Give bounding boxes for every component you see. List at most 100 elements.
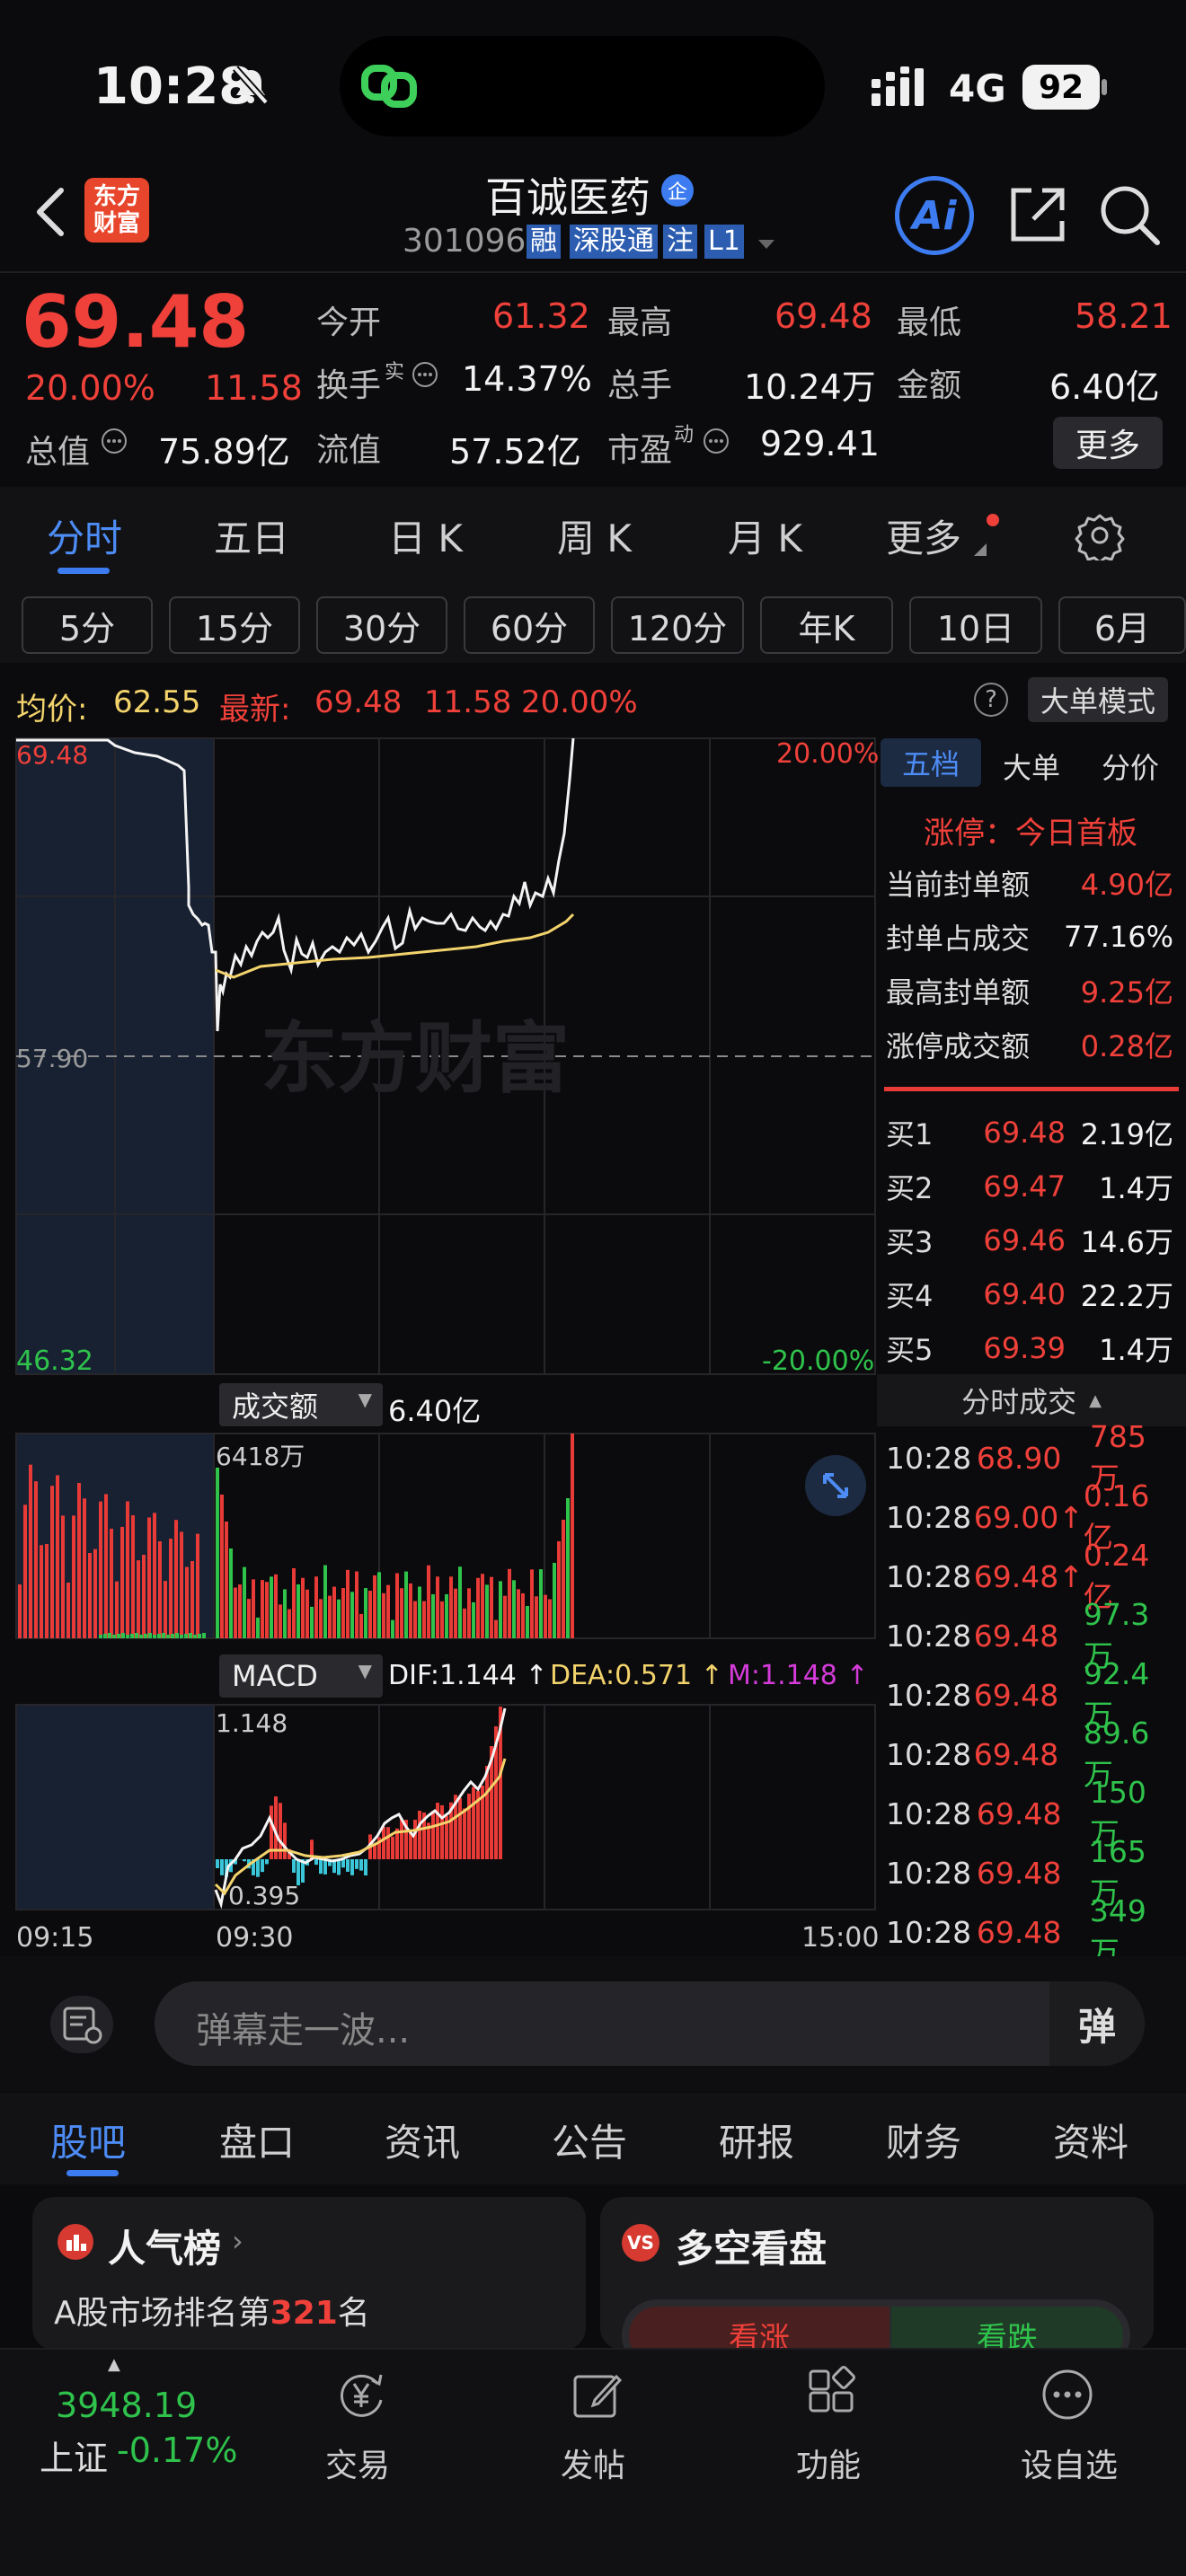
bid-price: 69.47 xyxy=(983,1169,1066,1204)
period-10day[interactable]: 10日 xyxy=(909,596,1042,654)
time-end: 15:00 xyxy=(801,1922,880,1954)
volume-bar xyxy=(190,1561,194,1638)
pe-info-icon[interactable] xyxy=(703,428,730,458)
period-30min[interactable]: 30分 xyxy=(316,596,447,654)
nav-add-watchlist[interactable]: 设自选 xyxy=(1006,2366,1132,2492)
volume-bar xyxy=(535,1596,538,1638)
volume-bar xyxy=(189,1633,192,1638)
danmu-input[interactable]: 弹幕走一波... 弹 xyxy=(155,1981,1145,2066)
info-icon[interactable] xyxy=(101,428,128,458)
macd-bar xyxy=(314,1859,318,1866)
tab-profile[interactable]: 资料 xyxy=(1053,2113,1128,2167)
tab-more[interactable]: 更多 xyxy=(886,508,961,563)
tab-finance[interactable]: 财务 xyxy=(886,2113,961,2167)
rank-chevron-icon: › xyxy=(232,2224,243,2258)
brand-logo[interactable]: 东方 财富 xyxy=(84,178,149,243)
share-icon[interactable] xyxy=(1006,183,1069,250)
dropdown-icon[interactable] xyxy=(757,237,776,254)
intraday-chart-svg: 东方财富 xyxy=(15,737,876,1910)
bull-button[interactable]: 看涨 xyxy=(629,2307,890,2350)
bid-label: 买1 xyxy=(886,1117,934,1151)
more-button[interactable]: 更多 xyxy=(1053,417,1163,469)
volume-bar xyxy=(270,1576,273,1638)
nav-functions[interactable]: 功能 xyxy=(783,2366,879,2492)
bid-row[interactable]: 买5 69.39 1.4万 xyxy=(886,1326,1173,1371)
settings-gear-icon[interactable] xyxy=(1075,510,1125,564)
danmu-toggle[interactable]: 弹 xyxy=(1049,1981,1145,2066)
bid-row[interactable]: 买1 69.48 2.19亿 xyxy=(886,1110,1173,1155)
bid-row[interactable]: 买4 69.40 22.2万 xyxy=(886,1272,1173,1317)
latest-value: 69.48 xyxy=(314,684,403,720)
volume-bar xyxy=(422,1601,426,1638)
tab-intraday[interactable]: 分时 xyxy=(47,508,122,563)
period-15min[interactable]: 15分 xyxy=(169,596,300,654)
volume-value: 10.24万 xyxy=(744,367,876,407)
period-120min[interactable]: 120分 xyxy=(611,596,744,654)
tag-shenzhen-connect: 深股通 xyxy=(570,225,658,259)
tab-five-day[interactable]: 五日 xyxy=(214,508,289,563)
tab-monthly-k[interactable]: 月 K xyxy=(728,508,802,563)
period-5min[interactable]: 5分 xyxy=(22,596,153,654)
nav-post[interactable]: 发帖 xyxy=(548,2366,643,2492)
big-order-mode-button[interactable]: 大单模式 xyxy=(1028,677,1168,722)
tab-weekly-k[interactable]: 周 K xyxy=(557,508,632,563)
period-selector: 5分 15分 30分 60分 120分 年K 10日 6月 xyxy=(0,587,1186,663)
turnover-sup: 实 xyxy=(385,361,405,384)
macd-bar xyxy=(382,1826,385,1859)
period-60min[interactable]: 60分 xyxy=(464,596,595,654)
nav-trade[interactable]: 交易 xyxy=(313,2366,408,2492)
volume-bar xyxy=(265,1582,269,1638)
volume-bar xyxy=(164,1581,167,1638)
volume-bar xyxy=(485,1584,489,1638)
tag-margin: 融 xyxy=(527,225,561,259)
volume-bar xyxy=(476,1577,480,1638)
collapse-icon: ▲ xyxy=(1089,1390,1102,1410)
tab-announcements[interactable]: 公告 xyxy=(552,2113,627,2167)
macd-bar xyxy=(283,1822,287,1859)
bid-volume: 22.2万 xyxy=(1080,1279,1173,1313)
trade-time: 10:28 xyxy=(886,1558,972,1594)
volume-bar xyxy=(40,1545,43,1638)
volume-bar xyxy=(99,1501,102,1638)
bull-bear-card[interactable]: VS 多空看盘 看涨 看跌 xyxy=(600,2197,1154,2350)
volume-bar xyxy=(104,1494,108,1638)
tab-daily-k[interactable]: 日 K xyxy=(388,508,463,563)
expand-button[interactable] xyxy=(805,1455,866,1516)
period-6month[interactable]: 6月 xyxy=(1058,596,1186,654)
period-year-k[interactable]: 年K xyxy=(760,596,893,654)
popularity-card[interactable]: 人气榜 › A股市场排名第321名 xyxy=(32,2197,586,2350)
turnover-info-icon[interactable] xyxy=(412,361,438,392)
ai-button[interactable]: Ai xyxy=(895,176,974,255)
tab-news[interactable]: 资讯 xyxy=(385,2113,460,2167)
side-tab-price-volume[interactable]: 分价 xyxy=(1102,745,1159,787)
tab-research[interactable]: 研报 xyxy=(719,2113,794,2167)
bid-price: 69.40 xyxy=(983,1277,1066,1311)
help-icon[interactable]: ? xyxy=(974,683,1008,717)
trade-price: 69.48 xyxy=(973,1736,1059,1772)
stat-row: 涨停成交额 0.28亿 xyxy=(886,1022,1173,1067)
indicator-selector[interactable]: MACD ▼ xyxy=(219,1654,383,1698)
bid-label: 买5 xyxy=(886,1333,934,1367)
volume-bar xyxy=(305,1589,309,1638)
macd-bar xyxy=(431,1811,435,1859)
trade-price: 69.48 xyxy=(976,1914,1062,1950)
index-value[interactable]: 3948.19 xyxy=(56,2386,197,2425)
tab-guba[interactable]: 股吧 xyxy=(50,2113,126,2167)
amount-label: 金额 xyxy=(897,367,962,404)
intraday-chart[interactable]: 东方财富 69.48 20.00% 57.90 46.32 -20.00% 成交… xyxy=(0,726,880,1956)
back-icon[interactable] xyxy=(32,185,68,243)
danmu-list-button[interactable] xyxy=(50,1996,113,2053)
volume-bar xyxy=(328,1595,332,1638)
vs-icon: VS xyxy=(622,2224,659,2262)
tab-pankou[interactable]: 盘口 xyxy=(219,2113,295,2167)
volume-selector[interactable]: 成交额 ▼ xyxy=(219,1383,383,1426)
dynamic-island xyxy=(340,36,825,137)
side-tab-five-levels[interactable]: 五档 xyxy=(881,738,981,787)
side-tab-big-orders[interactable]: 大单 xyxy=(1003,745,1060,787)
volume-bar xyxy=(166,1635,170,1638)
bear-button[interactable]: 看跌 xyxy=(891,2307,1123,2350)
bid-row[interactable]: 买3 69.46 14.6万 xyxy=(886,1218,1173,1263)
bid-row[interactable]: 买2 69.47 1.4万 xyxy=(886,1164,1173,1209)
search-icon[interactable] xyxy=(1098,183,1161,250)
stat-value: 9.25亿 xyxy=(1080,975,1173,1010)
